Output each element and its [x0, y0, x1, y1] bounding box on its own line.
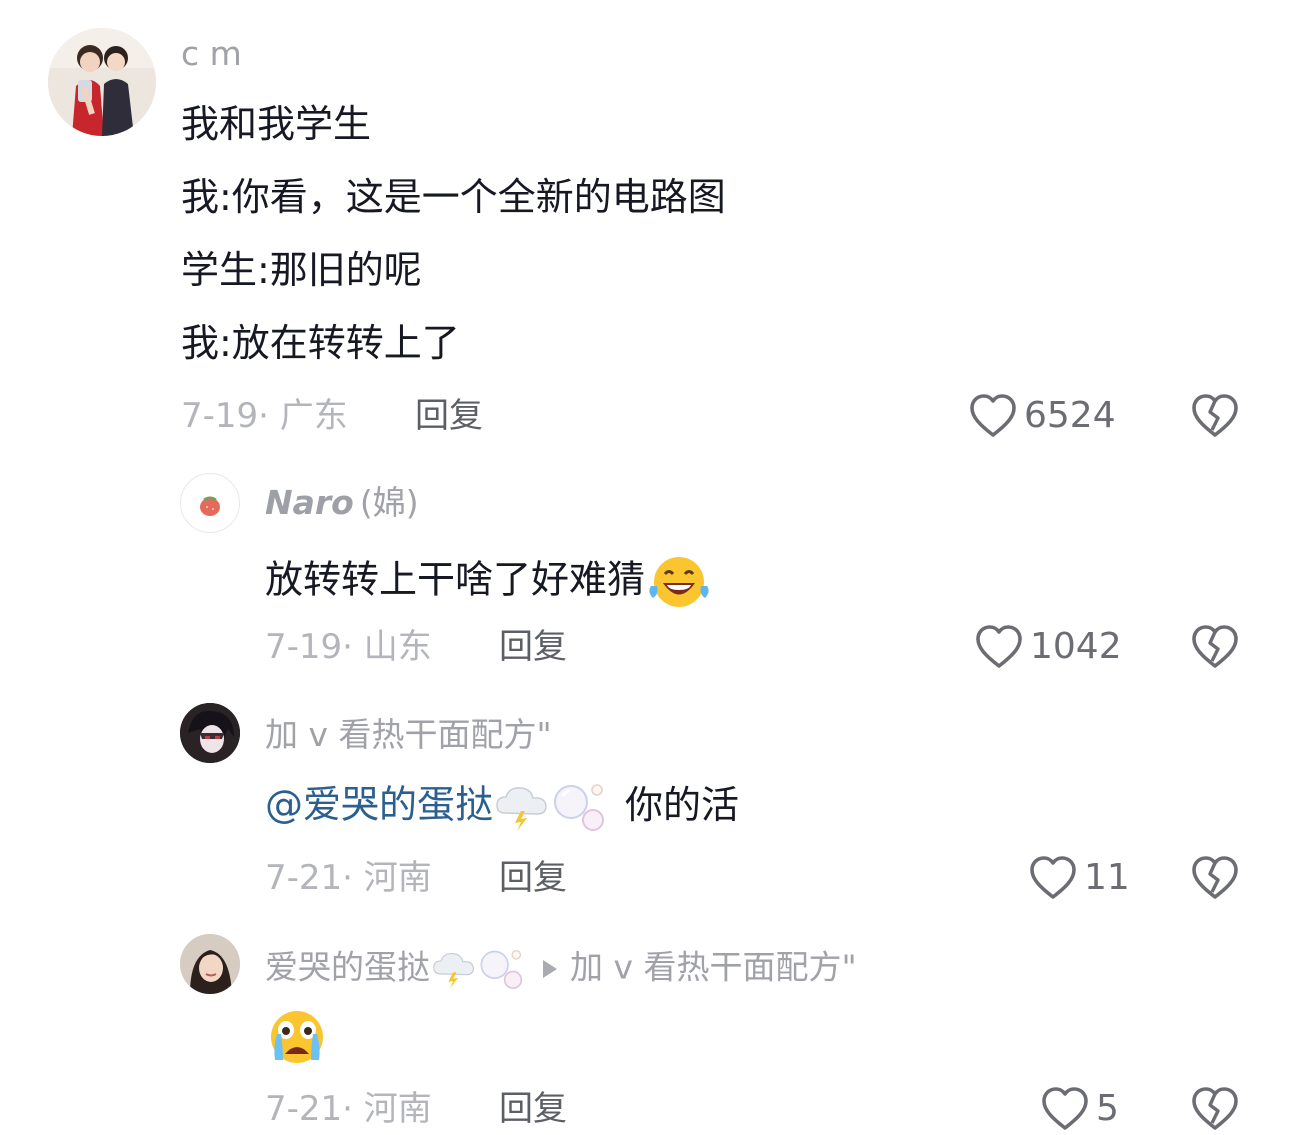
comment-text-line: 我和我学生: [181, 102, 372, 146]
comment-text: [265, 1004, 329, 1066]
broken-heart-icon: [1192, 394, 1238, 437]
like-count: 11: [1084, 857, 1130, 898]
broken-heart-icon: [1192, 625, 1238, 668]
like-button[interactable]: 1042: [974, 623, 1122, 671]
reply-button[interactable]: 回复: [499, 627, 567, 667]
comment-text-line: 我:你看，这是一个全新的电路图: [181, 175, 726, 219]
comment-text: 放转转上干啥了好难猜: [265, 552, 713, 612]
comment-date-location: 7-21· 河南: [265, 1089, 432, 1129]
avatar-cm[interactable]: [48, 28, 156, 136]
triangle-right-icon: [543, 960, 557, 978]
comment-username[interactable]: 爱哭的蛋挞: [265, 948, 430, 987]
dislike-button[interactable]: [1190, 623, 1240, 675]
heart-outline-icon: [1042, 1087, 1088, 1130]
comment-username[interactable]: c m: [181, 34, 242, 74]
comment-username[interactable]: Naro (婂): [265, 483, 419, 523]
like-button[interactable]: 5: [1040, 1085, 1119, 1133]
avatar-rgm[interactable]: [180, 703, 240, 763]
mention-link[interactable]: @爱哭的蛋挞: [265, 783, 493, 827]
like-button[interactable]: 6524: [968, 392, 1116, 440]
reply-to-username[interactable]: 加 v 看热干面配方": [570, 948, 857, 987]
comment-username[interactable]: 加 v 看热干面配方": [265, 715, 552, 755]
reply-button[interactable]: 回复: [415, 396, 483, 436]
broken-heart-icon: [1192, 1087, 1238, 1130]
heart-outline-icon: [1030, 856, 1076, 899]
like-count: 6524: [1024, 395, 1116, 436]
comment-username-row: 爱哭的蛋挞 加 v 看热干面配方": [265, 946, 857, 992]
like-button[interactable]: 11: [1028, 854, 1130, 902]
bubbles-emoji: [554, 784, 605, 831]
broken-heart-icon: [1192, 856, 1238, 899]
avatar-naro[interactable]: [180, 473, 240, 533]
like-count: 5: [1096, 1088, 1119, 1129]
heart-outline-icon: [970, 394, 1016, 437]
comment-date-location: 7-19· 广东: [181, 396, 348, 436]
bubbles-emoji: [480, 950, 523, 989]
storm-cloud-emoji: [433, 952, 474, 989]
user-tag: (婂): [359, 483, 419, 522]
avatar-aidandan[interactable]: [180, 934, 240, 994]
comment-text: @爱哭的蛋挞 你的活: [265, 780, 739, 834]
dislike-button[interactable]: [1190, 1085, 1240, 1135]
comment-text-line: 我:放在转转上了: [181, 321, 460, 365]
dislike-button[interactable]: [1190, 392, 1240, 444]
reply-button[interactable]: 回复: [499, 1089, 567, 1129]
comment-date-location: 7-19· 山东: [265, 627, 432, 667]
like-count: 1042: [1030, 626, 1122, 667]
comment-date-location: 7-21· 河南: [265, 858, 432, 898]
comment-text-line: 学生:那旧的呢: [181, 248, 422, 292]
dislike-button[interactable]: [1190, 854, 1240, 906]
storm-cloud-emoji: [496, 787, 547, 831]
crying-face-emoji: [271, 1011, 323, 1063]
heart-outline-icon: [976, 625, 1022, 668]
laughing-tears-emoji: [649, 557, 709, 607]
reply-button[interactable]: 回复: [499, 858, 567, 898]
